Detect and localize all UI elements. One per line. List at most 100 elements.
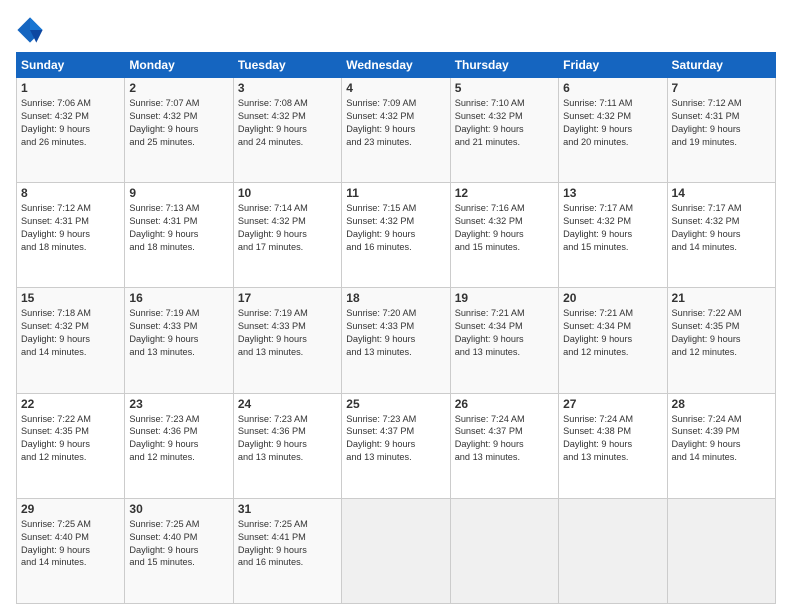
calendar-cell: 15 Sunrise: 7:18 AM Sunset: 4:32 PM Dayli… bbox=[17, 288, 125, 393]
day-number: 17 bbox=[238, 291, 337, 305]
day-number: 29 bbox=[21, 502, 120, 516]
day-number: 4 bbox=[346, 81, 445, 95]
logo bbox=[16, 16, 48, 44]
day-number: 7 bbox=[672, 81, 771, 95]
calendar-cell: 22 Sunrise: 7:22 AM Sunset: 4:35 PM Dayli… bbox=[17, 393, 125, 498]
calendar-week-row: 29 Sunrise: 7:25 AM Sunset: 4:40 PM Dayli… bbox=[17, 498, 776, 603]
day-info: Sunrise: 7:22 AM Sunset: 4:35 PM Dayligh… bbox=[672, 307, 771, 359]
day-info: Sunrise: 7:17 AM Sunset: 4:32 PM Dayligh… bbox=[672, 202, 771, 254]
day-number: 21 bbox=[672, 291, 771, 305]
day-info: Sunrise: 7:12 AM Sunset: 4:31 PM Dayligh… bbox=[21, 202, 120, 254]
day-number: 8 bbox=[21, 186, 120, 200]
calendar-cell: 28Sunrise: 7:24 AM Sunset: 4:39 PM Dayli… bbox=[667, 393, 775, 498]
calendar-cell: 6 Sunrise: 7:11 AM Sunset: 4:32 PM Daylig… bbox=[559, 78, 667, 183]
day-number: 27 bbox=[563, 397, 662, 411]
day-number: 12 bbox=[455, 186, 554, 200]
calendar-header-row: SundayMondayTuesdayWednesdayThursdayFrid… bbox=[17, 53, 776, 78]
calendar-week-row: 1Sunrise: 7:06 AM Sunset: 4:32 PM Daylig… bbox=[17, 78, 776, 183]
day-info: Sunrise: 7:24 AM Sunset: 4:38 PM Dayligh… bbox=[563, 413, 662, 465]
day-info: Sunrise: 7:14 AM Sunset: 4:32 PM Dayligh… bbox=[238, 202, 337, 254]
day-number: 18 bbox=[346, 291, 445, 305]
calendar-cell: 17 Sunrise: 7:19 AM Sunset: 4:33 PM Dayli… bbox=[233, 288, 341, 393]
calendar-cell: 5Sunrise: 7:10 AM Sunset: 4:32 PM Daylig… bbox=[450, 78, 558, 183]
calendar-cell bbox=[559, 498, 667, 603]
day-info: Sunrise: 7:12 AM Sunset: 4:31 PM Dayligh… bbox=[672, 97, 771, 149]
calendar-cell: 7 Sunrise: 7:12 AM Sunset: 4:31 PM Daylig… bbox=[667, 78, 775, 183]
calendar-cell: 9 Sunrise: 7:13 AM Sunset: 4:31 PM Daylig… bbox=[125, 183, 233, 288]
day-number: 16 bbox=[129, 291, 228, 305]
logo-icon bbox=[16, 16, 44, 44]
calendar-cell: 8 Sunrise: 7:12 AM Sunset: 4:31 PM Daylig… bbox=[17, 183, 125, 288]
calendar-cell bbox=[342, 498, 450, 603]
calendar-cell: 11 Sunrise: 7:15 AM Sunset: 4:32 PM Dayli… bbox=[342, 183, 450, 288]
day-info: Sunrise: 7:08 AM Sunset: 4:32 PM Dayligh… bbox=[238, 97, 337, 149]
day-info: Sunrise: 7:13 AM Sunset: 4:31 PM Dayligh… bbox=[129, 202, 228, 254]
day-info: Sunrise: 7:23 AM Sunset: 4:36 PM Dayligh… bbox=[238, 413, 337, 465]
day-info: Sunrise: 7:22 AM Sunset: 4:35 PM Dayligh… bbox=[21, 413, 120, 465]
calendar-cell: 24 Sunrise: 7:23 AM Sunset: 4:36 PM Dayli… bbox=[233, 393, 341, 498]
day-number: 11 bbox=[346, 186, 445, 200]
calendar-cell: 13Sunrise: 7:17 AM Sunset: 4:32 PM Dayli… bbox=[559, 183, 667, 288]
calendar-day-header: Sunday bbox=[17, 53, 125, 78]
day-info: Sunrise: 7:19 AM Sunset: 4:33 PM Dayligh… bbox=[238, 307, 337, 359]
day-number: 9 bbox=[129, 186, 228, 200]
calendar-week-row: 22 Sunrise: 7:22 AM Sunset: 4:35 PM Dayli… bbox=[17, 393, 776, 498]
day-info: Sunrise: 7:20 AM Sunset: 4:33 PM Dayligh… bbox=[346, 307, 445, 359]
day-info: Sunrise: 7:15 AM Sunset: 4:32 PM Dayligh… bbox=[346, 202, 445, 254]
calendar-day-header: Friday bbox=[559, 53, 667, 78]
calendar-cell: 4Sunrise: 7:09 AM Sunset: 4:32 PM Daylig… bbox=[342, 78, 450, 183]
day-info: Sunrise: 7:16 AM Sunset: 4:32 PM Dayligh… bbox=[455, 202, 554, 254]
day-number: 2 bbox=[129, 81, 228, 95]
calendar-day-header: Wednesday bbox=[342, 53, 450, 78]
day-info: Sunrise: 7:23 AM Sunset: 4:37 PM Dayligh… bbox=[346, 413, 445, 465]
page: SundayMondayTuesdayWednesdayThursdayFrid… bbox=[0, 0, 792, 612]
calendar-cell bbox=[667, 498, 775, 603]
day-number: 5 bbox=[455, 81, 554, 95]
calendar-cell: 26Sunrise: 7:24 AM Sunset: 4:37 PM Dayli… bbox=[450, 393, 558, 498]
day-info: Sunrise: 7:11 AM Sunset: 4:32 PM Dayligh… bbox=[563, 97, 662, 149]
day-number: 19 bbox=[455, 291, 554, 305]
calendar-week-row: 15 Sunrise: 7:18 AM Sunset: 4:32 PM Dayli… bbox=[17, 288, 776, 393]
day-number: 31 bbox=[238, 502, 337, 516]
day-number: 20 bbox=[563, 291, 662, 305]
calendar-cell: 29 Sunrise: 7:25 AM Sunset: 4:40 PM Dayli… bbox=[17, 498, 125, 603]
day-info: Sunrise: 7:21 AM Sunset: 4:34 PM Dayligh… bbox=[563, 307, 662, 359]
calendar-cell: 19 Sunrise: 7:21 AM Sunset: 4:34 PM Dayli… bbox=[450, 288, 558, 393]
day-number: 6 bbox=[563, 81, 662, 95]
calendar-cell: 18 Sunrise: 7:20 AM Sunset: 4:33 PM Dayli… bbox=[342, 288, 450, 393]
calendar-table: SundayMondayTuesdayWednesdayThursdayFrid… bbox=[16, 52, 776, 604]
day-info: Sunrise: 7:25 AM Sunset: 4:40 PM Dayligh… bbox=[129, 518, 228, 570]
calendar-cell bbox=[450, 498, 558, 603]
calendar-cell: 1Sunrise: 7:06 AM Sunset: 4:32 PM Daylig… bbox=[17, 78, 125, 183]
calendar-cell: 23Sunrise: 7:23 AM Sunset: 4:36 PM Dayli… bbox=[125, 393, 233, 498]
day-number: 15 bbox=[21, 291, 120, 305]
calendar-cell: 10 Sunrise: 7:14 AM Sunset: 4:32 PM Dayli… bbox=[233, 183, 341, 288]
day-number: 24 bbox=[238, 397, 337, 411]
header bbox=[16, 16, 776, 44]
day-info: Sunrise: 7:21 AM Sunset: 4:34 PM Dayligh… bbox=[455, 307, 554, 359]
calendar-cell: 21 Sunrise: 7:22 AM Sunset: 4:35 PM Dayli… bbox=[667, 288, 775, 393]
day-info: Sunrise: 7:25 AM Sunset: 4:40 PM Dayligh… bbox=[21, 518, 120, 570]
calendar-cell: 20 Sunrise: 7:21 AM Sunset: 4:34 PM Dayli… bbox=[559, 288, 667, 393]
day-number: 25 bbox=[346, 397, 445, 411]
calendar-day-header: Thursday bbox=[450, 53, 558, 78]
calendar-cell: 12 Sunrise: 7:16 AM Sunset: 4:32 PM Dayli… bbox=[450, 183, 558, 288]
day-number: 30 bbox=[129, 502, 228, 516]
calendar-cell: 25 Sunrise: 7:23 AM Sunset: 4:37 PM Dayli… bbox=[342, 393, 450, 498]
calendar-cell: 30 Sunrise: 7:25 AM Sunset: 4:40 PM Dayli… bbox=[125, 498, 233, 603]
day-info: Sunrise: 7:23 AM Sunset: 4:36 PM Dayligh… bbox=[129, 413, 228, 465]
day-number: 13 bbox=[563, 186, 662, 200]
day-info: Sunrise: 7:24 AM Sunset: 4:37 PM Dayligh… bbox=[455, 413, 554, 465]
day-number: 1 bbox=[21, 81, 120, 95]
day-info: Sunrise: 7:07 AM Sunset: 4:32 PM Dayligh… bbox=[129, 97, 228, 149]
day-info: Sunrise: 7:24 AM Sunset: 4:39 PM Dayligh… bbox=[672, 413, 771, 465]
calendar-week-row: 8 Sunrise: 7:12 AM Sunset: 4:31 PM Daylig… bbox=[17, 183, 776, 288]
day-number: 14 bbox=[672, 186, 771, 200]
day-number: 10 bbox=[238, 186, 337, 200]
calendar-day-header: Tuesday bbox=[233, 53, 341, 78]
day-number: 22 bbox=[21, 397, 120, 411]
day-info: Sunrise: 7:18 AM Sunset: 4:32 PM Dayligh… bbox=[21, 307, 120, 359]
calendar-day-header: Saturday bbox=[667, 53, 775, 78]
calendar-cell: 14 Sunrise: 7:17 AM Sunset: 4:32 PM Dayli… bbox=[667, 183, 775, 288]
day-info: Sunrise: 7:19 AM Sunset: 4:33 PM Dayligh… bbox=[129, 307, 228, 359]
